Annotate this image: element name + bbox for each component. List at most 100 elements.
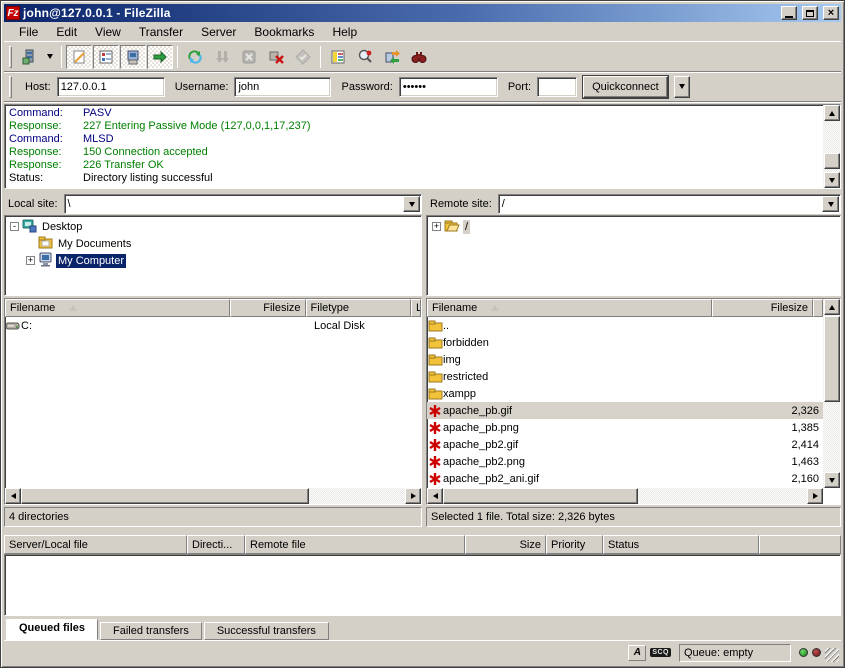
process-queue-button[interactable] xyxy=(209,45,235,69)
minimize-button[interactable] xyxy=(781,6,797,20)
toggle-queue-button[interactable] xyxy=(147,45,173,69)
scroll-right-button[interactable] xyxy=(405,488,421,504)
log-text: MLSD xyxy=(83,133,114,146)
local-site-combo[interactable]: \ xyxy=(64,194,422,214)
remote-row[interactable]: forbidden xyxy=(427,334,823,351)
transfer-type-indicator-icon[interactable]: A xyxy=(628,645,646,661)
local-list-body[interactable]: C: Local Disk xyxy=(5,317,421,488)
quickconnect-dropdown[interactable] xyxy=(674,76,690,98)
remote-row[interactable]: img xyxy=(427,351,823,368)
remote-list-body[interactable]: .. forbidden img restricted xyxy=(427,317,823,488)
menu-transfer[interactable]: Transfer xyxy=(130,23,192,41)
remote-row[interactable]: apache_pb2_ani.gif 2,160 xyxy=(427,470,823,487)
scroll-up-button[interactable] xyxy=(824,299,840,315)
column-header-server-local-file[interactable]: Server/Local file xyxy=(4,535,187,554)
remote-site-combo[interactable]: / xyxy=(498,194,841,214)
queue-list[interactable] xyxy=(4,554,841,616)
remote-tree-pane: Remote site: / + / xyxy=(426,193,841,296)
site-manager-dropdown[interactable] xyxy=(43,45,57,69)
quickconnect-button[interactable]: Quickconnect xyxy=(583,76,668,98)
remote-vertical-scrollbar[interactable] xyxy=(823,299,840,488)
toggle-local-tree-button[interactable] xyxy=(93,45,119,69)
remote-row[interactable]: .. xyxy=(427,317,823,334)
local-site-combo-button[interactable] xyxy=(403,196,420,212)
titlebar[interactable]: Fz john@127.0.0.1 - FileZilla × xyxy=(4,4,841,22)
close-button[interactable]: × xyxy=(823,6,839,20)
menu-server[interactable]: Server xyxy=(192,23,245,41)
menu-file[interactable]: File xyxy=(10,23,47,41)
scroll-up-button[interactable] xyxy=(824,105,840,121)
column-header-direction[interactable]: Directi... xyxy=(187,535,245,554)
remote-row[interactable]: restricted xyxy=(427,368,823,385)
column-header-last-modified[interactable]: L xyxy=(411,299,421,317)
scroll-thumb[interactable] xyxy=(443,488,638,504)
menu-view[interactable]: View xyxy=(86,23,130,41)
remote-status-text: Selected 1 file. Total size: 2,326 bytes xyxy=(431,511,615,523)
tree-item-my-documents[interactable]: My Documents xyxy=(5,235,421,252)
column-header-filename[interactable]: Filename xyxy=(427,299,712,317)
menu-bookmarks[interactable]: Bookmarks xyxy=(245,23,323,41)
scroll-down-button[interactable] xyxy=(824,172,840,188)
column-label: Directi... xyxy=(192,539,232,551)
tree-item-root[interactable]: + / xyxy=(427,218,840,235)
scroll-left-button[interactable] xyxy=(5,488,21,504)
local-tree[interactable]: - Desktop My Documents + My Computer xyxy=(4,215,422,296)
tab-queued-files[interactable]: Queued files xyxy=(6,619,98,640)
resize-grip[interactable] xyxy=(825,648,839,662)
column-header-status[interactable]: Status xyxy=(603,535,759,554)
collapse-expander[interactable]: - xyxy=(10,222,19,231)
local-row-c-drive[interactable]: C: Local Disk xyxy=(5,317,421,334)
column-header-remote-file[interactable]: Remote file xyxy=(245,535,465,554)
remote-horizontal-scrollbar[interactable] xyxy=(427,488,823,504)
remote-row[interactable]: apache_pb.png 1,385 xyxy=(427,419,823,436)
expand-expander[interactable]: + xyxy=(26,256,35,265)
scroll-thumb[interactable] xyxy=(824,316,840,402)
tab-failed-transfers[interactable]: Failed transfers xyxy=(100,622,202,640)
remote-row-selected[interactable]: apache_pb.gif 2,326 xyxy=(427,402,823,419)
menu-edit[interactable]: Edit xyxy=(47,23,86,41)
scroll-thumb[interactable] xyxy=(824,153,840,169)
remote-row[interactable]: apache_pb2.gif 2,414 xyxy=(427,436,823,453)
sync-browse-button[interactable] xyxy=(379,45,405,69)
compare-button[interactable] xyxy=(352,45,378,69)
tab-successful-transfers[interactable]: Successful transfers xyxy=(204,622,329,640)
remote-row[interactable]: apache_pb2.png 1,463 xyxy=(427,453,823,470)
column-header-size[interactable]: Size xyxy=(465,535,546,554)
remote-tree[interactable]: + / xyxy=(426,215,841,296)
column-header-filetype[interactable]: Filetype xyxy=(306,299,411,317)
toggle-remote-tree-button[interactable] xyxy=(120,45,146,69)
arrow-down-icon xyxy=(829,178,835,183)
scroll-down-button[interactable] xyxy=(824,472,840,488)
tree-item-my-computer[interactable]: + My Computer xyxy=(5,252,421,269)
tree-item-desktop[interactable]: - Desktop xyxy=(5,218,421,235)
reconnect-button[interactable] xyxy=(290,45,316,69)
local-horizontal-scrollbar[interactable] xyxy=(5,488,421,504)
password-input[interactable] xyxy=(399,77,498,97)
username-input[interactable] xyxy=(234,77,331,97)
toggle-message-log-button[interactable] xyxy=(66,45,92,69)
column-header-filesize[interactable]: Filesize xyxy=(712,299,813,317)
scroll-right-button[interactable] xyxy=(807,488,823,504)
maximize-button[interactable] xyxy=(802,6,818,20)
port-input[interactable] xyxy=(537,77,577,97)
host-input[interactable] xyxy=(57,77,165,97)
menu-help[interactable]: Help xyxy=(323,23,366,41)
disconnect-icon xyxy=(268,49,284,65)
filter-button[interactable] xyxy=(325,45,351,69)
column-header-filename[interactable]: Filename xyxy=(5,299,230,317)
refresh-button[interactable] xyxy=(182,45,208,69)
remote-row[interactable]: xampp xyxy=(427,385,823,402)
message-log[interactable]: Command:PASV Response:227 Entering Passi… xyxy=(4,104,841,189)
log-scrollbar[interactable] xyxy=(823,105,840,188)
remote-site-combo-button[interactable] xyxy=(822,196,839,212)
scroll-thumb[interactable] xyxy=(21,488,309,504)
cancel-button[interactable] xyxy=(236,45,262,69)
disconnect-button[interactable] xyxy=(263,45,289,69)
find-button[interactable] xyxy=(406,45,432,69)
column-header-filesize[interactable]: Filesize xyxy=(230,299,306,317)
expand-expander[interactable]: + xyxy=(432,222,441,231)
column-header-priority[interactable]: Priority xyxy=(546,535,603,554)
scroll-left-button[interactable] xyxy=(427,488,443,504)
site-manager-button[interactable] xyxy=(16,45,42,69)
image-file-icon xyxy=(427,438,443,452)
